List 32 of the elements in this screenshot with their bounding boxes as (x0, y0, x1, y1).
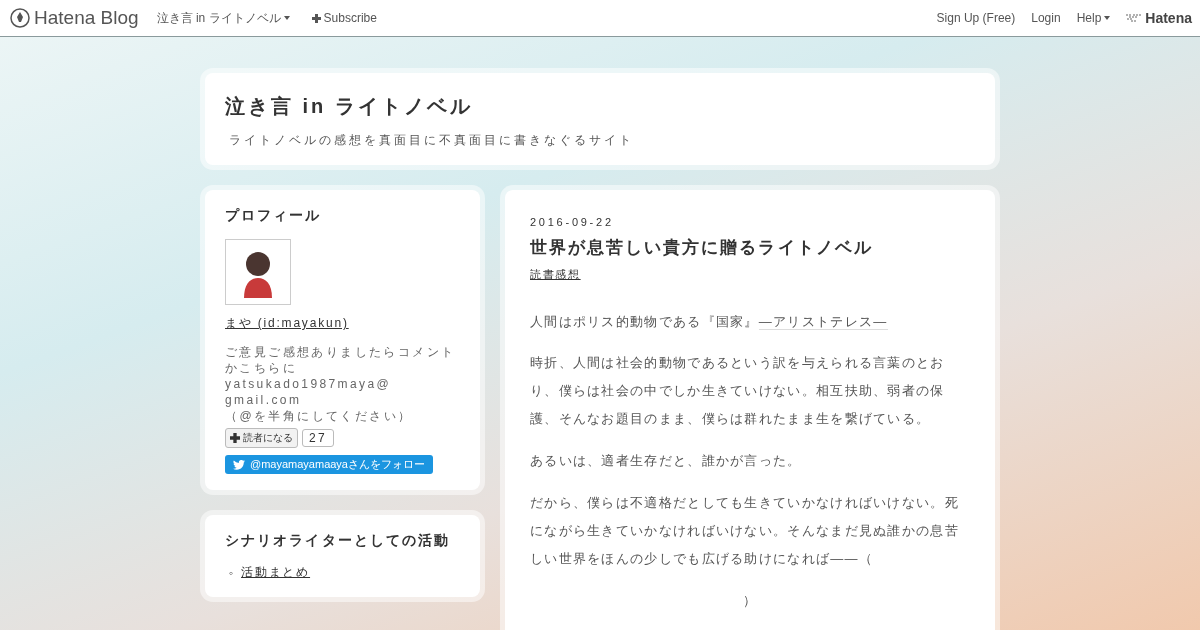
module-heading: シナリオライターとしての活動 (225, 532, 452, 550)
help-menu[interactable]: Help (1076, 11, 1111, 25)
avatar-image[interactable] (225, 239, 291, 305)
module-heading: プロフィール (225, 207, 323, 225)
body-paragraph: だから、僕らは不適格だとしても生きていかなければいけない。死にながら生きていかなければいけない。そんなまだ見ぬ誰かの息苦しい世界をほんの少しでも広げる助けになれば——（ (530, 494, 960, 568)
blog-menu[interactable]: 泣き言 in ライトノベル (156, 9, 290, 27)
subscriber-count: 27 (302, 429, 335, 447)
plus-icon (311, 13, 321, 23)
body-paragraph: 時折、人間は社会的動物であるという訳を与えられる言葉のとおり、僕らは社会の中でしか生きていけない。相互扶助、弱者の保護、そんなお題目のまま、僕らは群れたまま生を繋げている。 (530, 354, 946, 428)
caret-icon (1104, 16, 1111, 20)
nav-link[interactable]: Login (1031, 11, 1061, 25)
quote-paragraph: 人間はポリス的動物である『国家』—アリストテレス— (530, 313, 889, 332)
quote-link[interactable]: —アリストテレス— (758, 314, 888, 330)
closing-parenthesis: ） (741, 592, 759, 610)
hatena-logo[interactable]: Hatena (1126, 10, 1192, 26)
nav-link[interactable]: Sign Up (Free) (936, 11, 1016, 25)
entry-title[interactable]: 世界が息苦しい貴方に贈るライトノベル (530, 236, 970, 259)
bird-icon (233, 459, 245, 470)
blog-title[interactable]: 泣き言 in ライトノベル (225, 93, 975, 120)
profile-name-link[interactable]: まや (id:mayakun) (225, 315, 349, 332)
plus-icon (230, 433, 240, 443)
activity-link[interactable]: 活動まとめ (241, 564, 311, 581)
profile-bio: ご意見ご感想ありましたらコメント かこちらに yatsukado1987maya@ gmail.com （@を半角にしてください） (225, 344, 457, 424)
blog-description: ライトノベルの感想を真面目に不真面目に書きなぐるサイト (229, 132, 635, 149)
subscribe-button[interactable]: 読者になる (225, 428, 298, 448)
subscribe-link[interactable]: Subscribe (311, 11, 377, 25)
entry-date: 2016-09-22 (530, 216, 615, 228)
body-paragraph: あるいは、適者生存だと、誰かが言った。 (530, 452, 803, 470)
category-link[interactable]: 読書感想 (530, 268, 581, 280)
caret-icon (283, 16, 290, 20)
list-bullet: ◦ (229, 565, 236, 580)
hatena-blog-logo[interactable]: Hatena Blog (10, 7, 139, 29)
